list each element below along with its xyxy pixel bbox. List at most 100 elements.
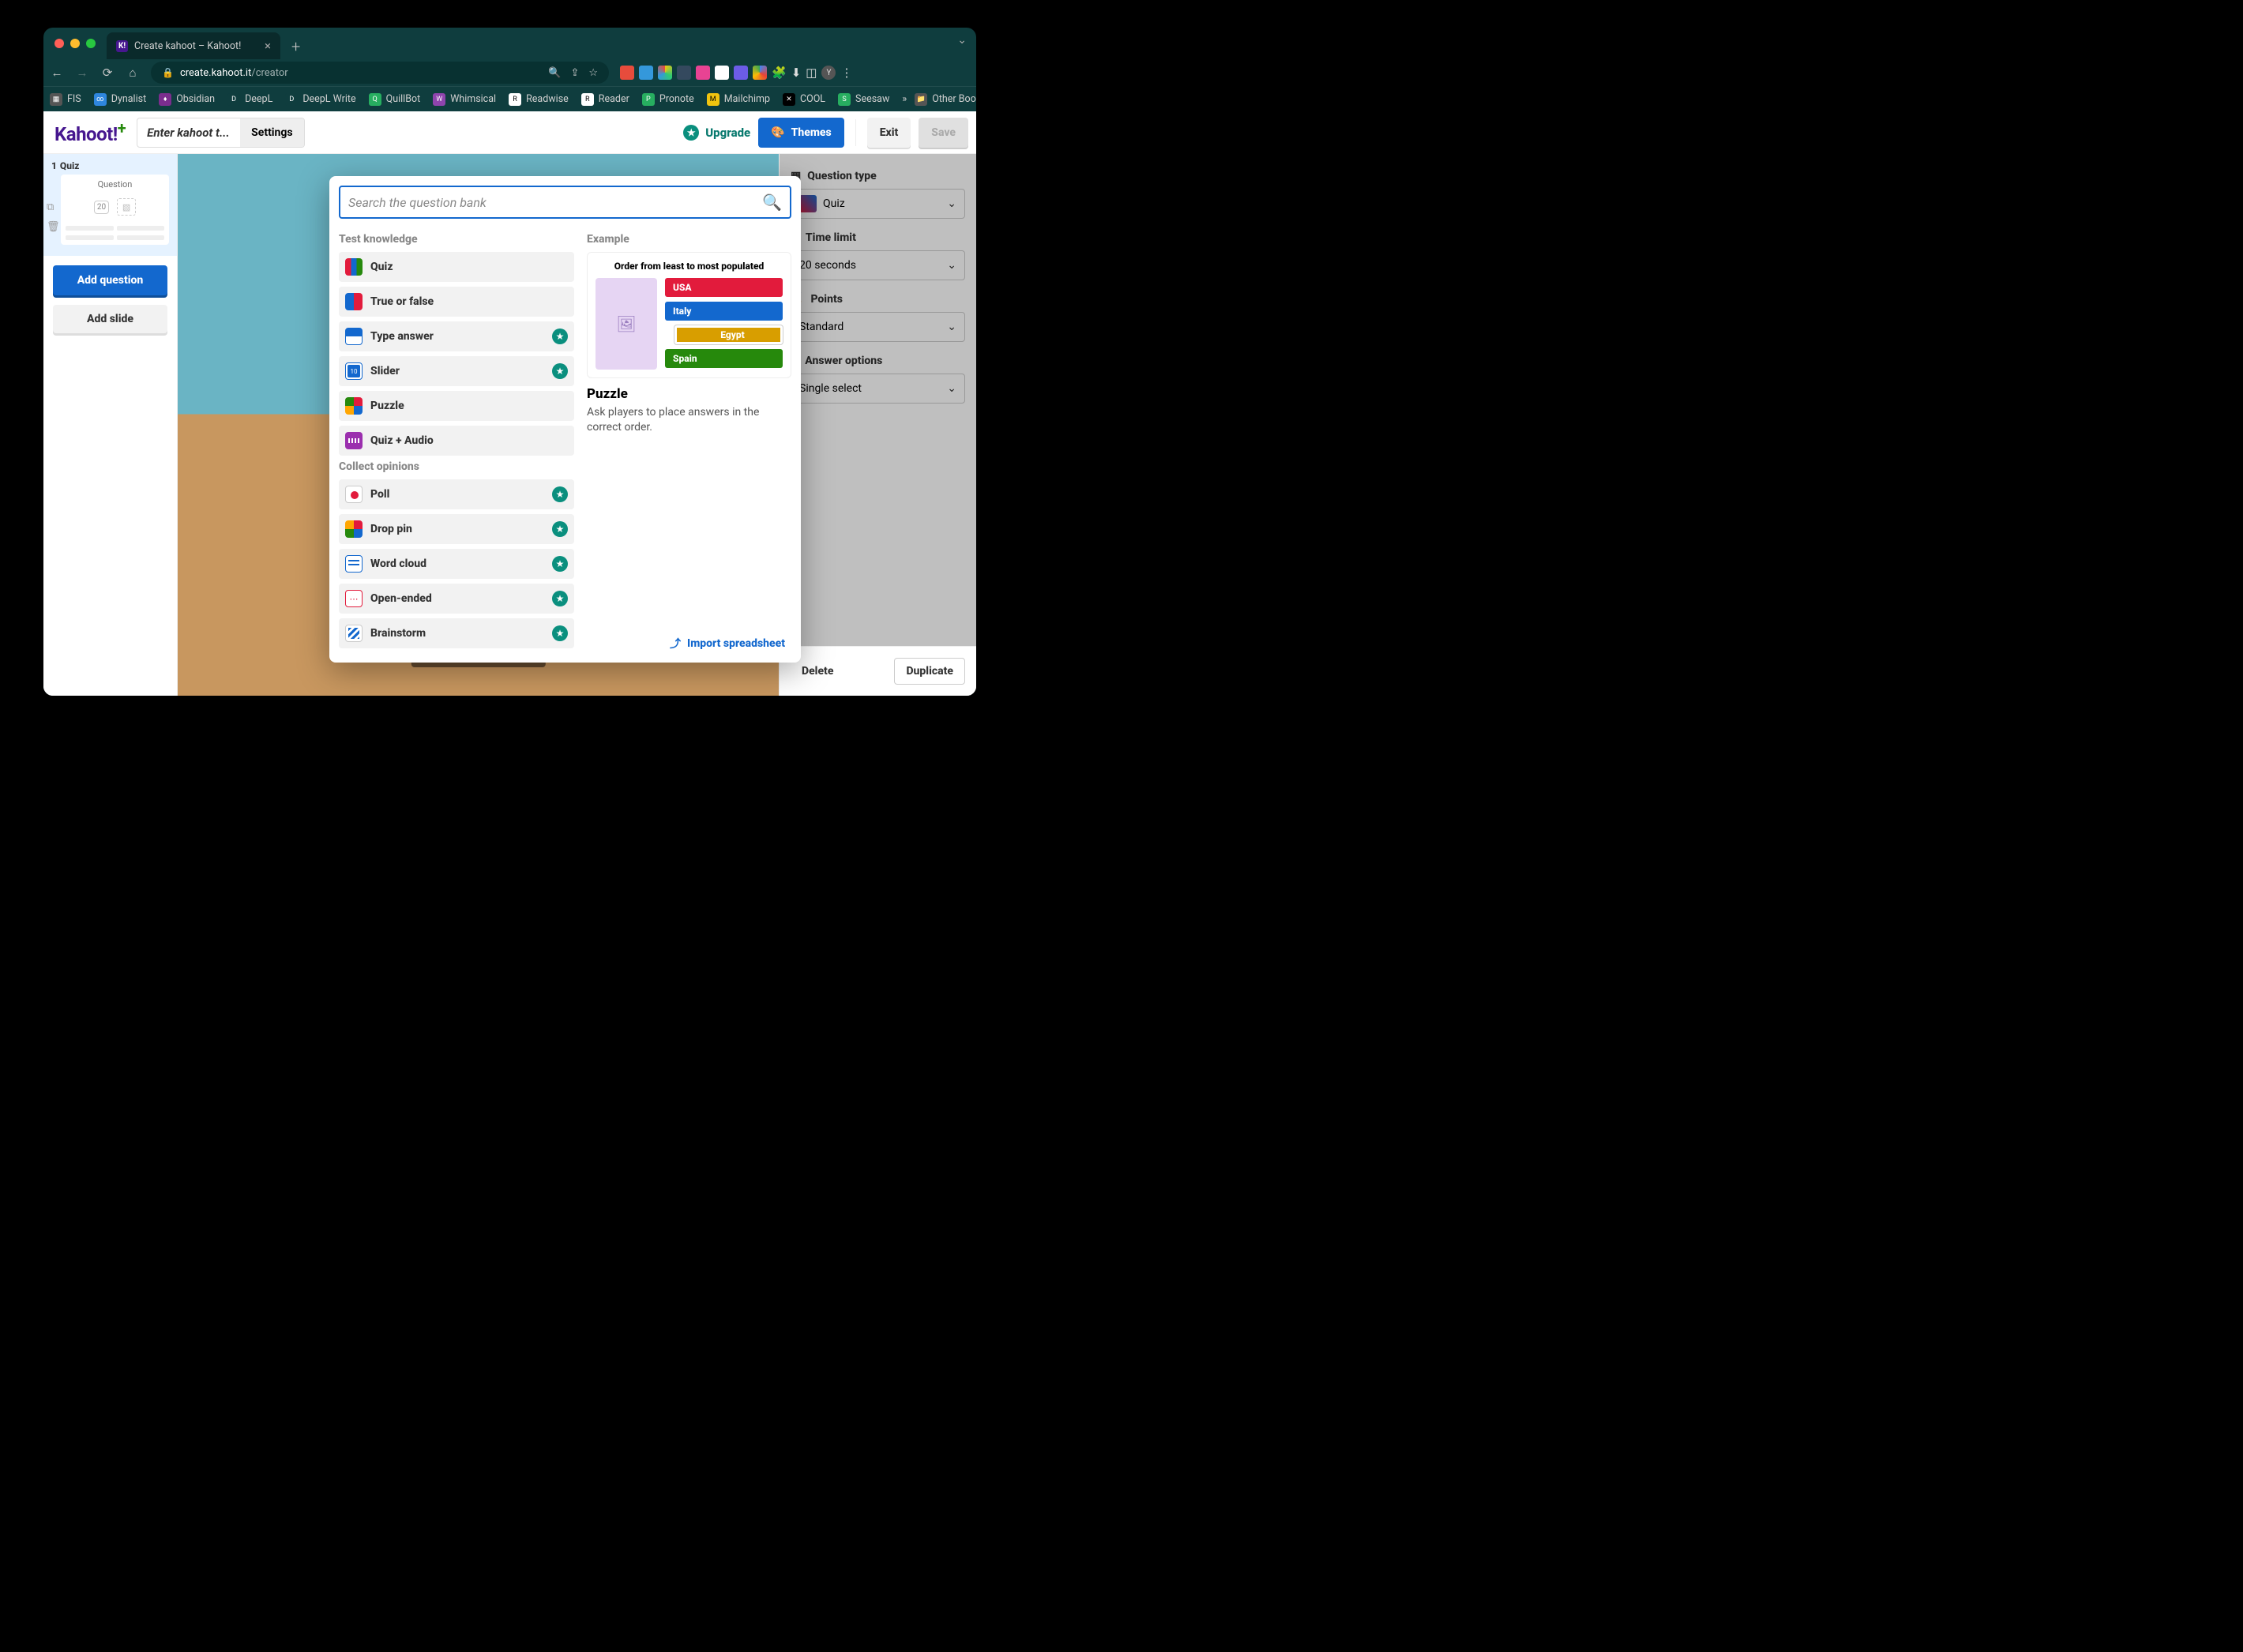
duplicate-button[interactable]: Duplicate (894, 658, 965, 685)
bookmark-item[interactable]: MMailchimp (707, 93, 770, 106)
extension-icon[interactable] (734, 66, 748, 80)
bookmark-item[interactable]: QQuillBot (369, 93, 421, 106)
bookmark-item[interactable]: WWhimsical (433, 93, 496, 106)
lock-icon: 🔒 (162, 67, 174, 78)
other-bookmarks[interactable]: 📁Other Bookmarks (915, 93, 976, 106)
extensions: 🧩 ⬇ ◫ Y ⋮ (620, 66, 852, 80)
settings-button[interactable]: Settings (240, 118, 303, 147)
kahoot-title-input[interactable] (137, 126, 240, 140)
panel-icon[interactable]: ◫ (806, 66, 817, 80)
back-icon[interactable]: ← (50, 66, 64, 80)
maximize-window-icon[interactable] (86, 39, 96, 48)
bookmark-item[interactable]: ∞Dynalist (94, 93, 146, 106)
address-bar[interactable]: 🔒 create.kahoot.it/creator 🔍 ⇪ ☆ (151, 62, 609, 84)
example-answer: Egypt (674, 325, 783, 344)
home-icon[interactable]: ⌂ (126, 66, 140, 80)
qtype-puzzle[interactable]: Puzzle (339, 391, 574, 421)
question-type-select[interactable]: Quiz⌄ (791, 189, 965, 219)
themes-button[interactable]: 🎨Themes (758, 118, 844, 148)
puzzle-icon (345, 397, 363, 415)
minimize-window-icon[interactable] (70, 39, 80, 48)
qtype-slider[interactable]: Slider★ (339, 356, 574, 386)
question-type-popover: 🔍 Test knowledge Quiz True or false Type… (329, 176, 801, 663)
poll-icon (345, 486, 363, 503)
qtype-poll[interactable]: Poll★ (339, 479, 574, 509)
bookmark-item[interactable]: PPronote (642, 93, 694, 106)
example-card: Order from least to most populated 🖼 USA… (587, 252, 791, 378)
slide-thumbnail-wrapper[interactable]: 1Quiz ⧉ 🗑 Question 20 ▧ (43, 154, 177, 256)
extension-icon[interactable] (658, 66, 672, 80)
save-button: Save (919, 118, 968, 148)
reload-icon[interactable]: ⟳ (100, 66, 115, 80)
extension-icon[interactable] (639, 66, 653, 80)
bookmark-item[interactable]: DDeepL (227, 93, 272, 106)
qtype-true-false[interactable]: True or false (339, 287, 574, 317)
browser-tab[interactable]: K! Create kahoot – Kahoot! × (107, 32, 280, 59)
add-slide-button[interactable]: Add slide (53, 305, 167, 333)
bookmark-item[interactable]: ♦Obsidian (159, 93, 215, 106)
bookmark-item[interactable]: ✕COOL (783, 93, 825, 106)
qtype-open-ended[interactable]: Open-ended★ (339, 584, 574, 614)
bookmark-item[interactable]: ▦FIS (50, 93, 81, 106)
extension-icon[interactable] (696, 66, 710, 80)
extension-icon[interactable] (620, 66, 634, 80)
extensions-icon[interactable]: 🧩 (772, 66, 787, 80)
exit-button[interactable]: Exit (867, 118, 911, 148)
kahoot-logo[interactable]: Kahoot!+ (51, 118, 129, 146)
qtype-drop-pin[interactable]: Drop pin★ (339, 514, 574, 544)
premium-icon: ★ (552, 521, 568, 537)
extension-icon[interactable] (715, 66, 729, 80)
profile-icon[interactable]: Y (821, 66, 836, 80)
tab-title: Create kahoot – Kahoot! (134, 40, 241, 52)
chevron-down-icon: ⌄ (947, 197, 956, 210)
new-tab-button[interactable]: + (291, 37, 300, 56)
upgrade-link[interactable]: ★ Upgrade (683, 125, 750, 141)
tab-close-icon[interactable]: × (265, 39, 271, 53)
question-bank-search[interactable]: 🔍 (339, 186, 791, 219)
qtype-type-answer[interactable]: Type answer★ (339, 321, 574, 351)
extension-icon[interactable] (753, 66, 767, 80)
share-icon[interactable]: ⇪ (570, 67, 579, 79)
time-limit-select[interactable]: 20 seconds⌄ (791, 250, 965, 280)
download-icon[interactable]: ⬇ (791, 66, 802, 80)
slide-thumbnail[interactable]: ⧉ 🗑 Question 20 ▧ (61, 175, 169, 245)
open-ended-icon (345, 590, 363, 607)
premium-icon: ★ (552, 363, 568, 379)
add-question-button[interactable]: Add question (53, 265, 167, 295)
qtype-quiz[interactable]: Quiz (339, 252, 574, 282)
chevron-down-icon[interactable]: ⌄ (957, 34, 967, 47)
bookmark-item[interactable]: RReadwise (509, 93, 569, 106)
qtype-word-cloud[interactable]: Word cloud★ (339, 549, 574, 579)
qtype-quiz-audio[interactable]: Quiz + Audio (339, 426, 574, 456)
points-select[interactable]: Standard⌄ (791, 312, 965, 342)
extension-icon[interactable] (677, 66, 691, 80)
example-answer: Italy (665, 302, 783, 321)
bookmark-item[interactable]: DDeepL Write (285, 93, 355, 106)
title-settings-group: Settings (137, 118, 304, 148)
import-spreadsheet-link[interactable]: ⤴ Import spreadsheet (670, 636, 785, 651)
example-name: Puzzle (587, 386, 791, 402)
bookmark-item[interactable]: RReader (581, 93, 629, 106)
chevron-down-icon: ⌄ (947, 382, 956, 395)
bookmark-item[interactable]: SSeesaw (838, 93, 889, 106)
bookmarks-overflow[interactable]: » (902, 93, 907, 105)
url-host: create.kahoot.it (180, 67, 251, 79)
search-icon[interactable]: 🔍 (548, 67, 561, 79)
word-cloud-icon (345, 555, 363, 573)
example-description: Ask players to place answers in the corr… (587, 405, 791, 435)
delete-button[interactable]: Delete (791, 658, 844, 685)
menu-icon[interactable]: ⋮ (840, 66, 852, 80)
answer-options-select[interactable]: Single select⌄ (791, 374, 965, 404)
delete-slide-icon[interactable]: 🗑 (47, 221, 60, 233)
qtype-brainstorm[interactable]: Brainstorm★ (339, 618, 574, 648)
kahoot-app: Kahoot!+ Settings ★ Upgrade 🎨Themes Exit… (43, 111, 976, 696)
search-input[interactable] (348, 195, 756, 210)
close-window-icon[interactable] (54, 39, 64, 48)
image-placeholder-icon: 🖼 (596, 278, 657, 370)
premium-icon: ★ (552, 486, 568, 502)
star-icon[interactable]: ☆ (588, 67, 598, 79)
true-false-icon (345, 293, 363, 310)
search-icon[interactable]: 🔍 (762, 193, 782, 212)
duplicate-slide-icon[interactable]: ⧉ (47, 201, 60, 213)
chevron-down-icon: ⌄ (947, 259, 956, 272)
